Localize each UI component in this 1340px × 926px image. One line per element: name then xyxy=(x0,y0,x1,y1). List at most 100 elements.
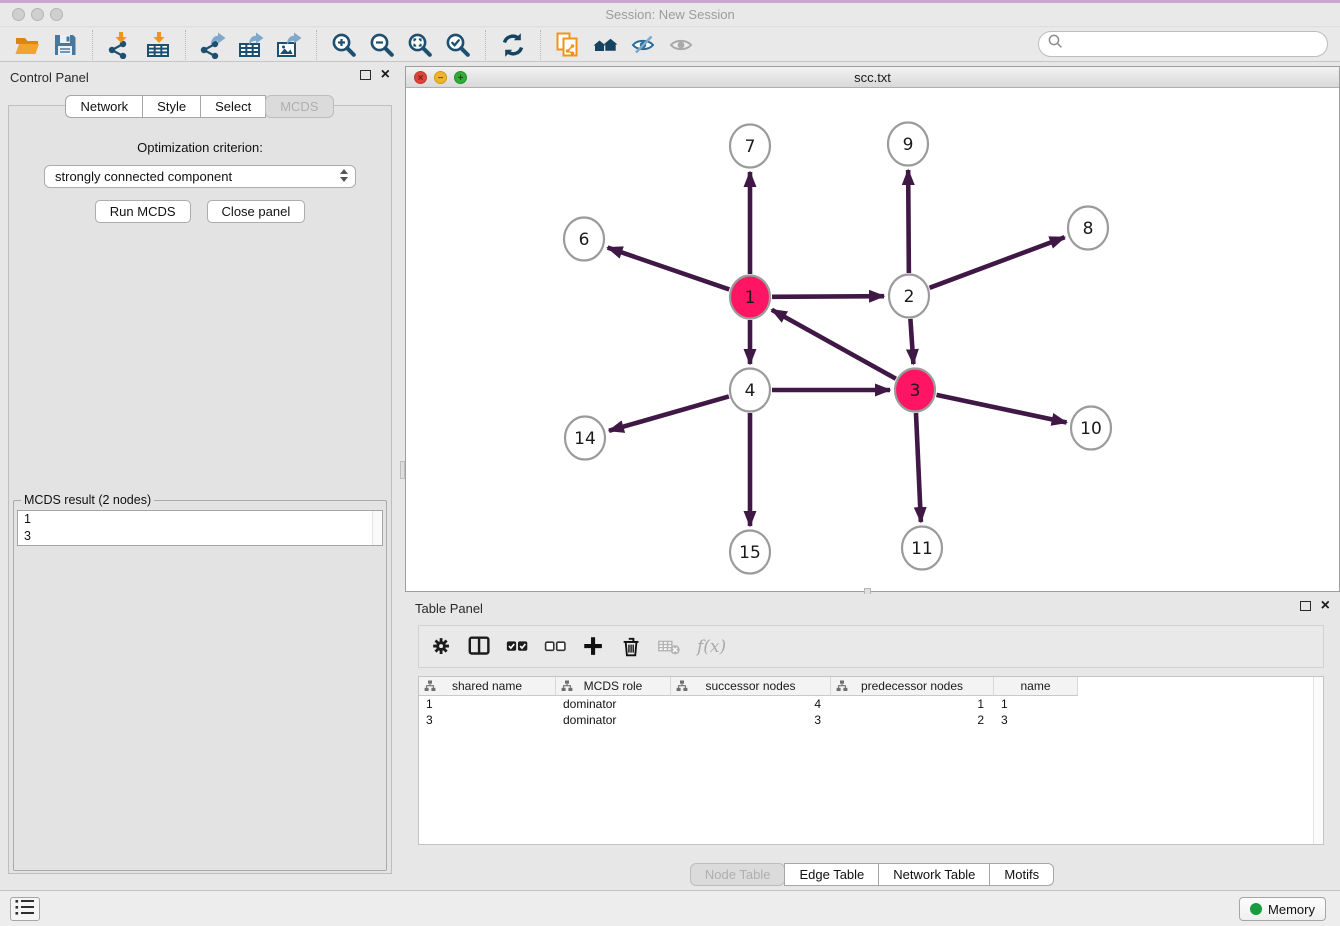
column-header-name[interactable]: name xyxy=(994,677,1078,696)
cell-successor-nodes[interactable]: 3 xyxy=(671,712,831,728)
cell-successor-nodes[interactable]: 4 xyxy=(671,696,831,712)
close-table-panel-icon[interactable]: × xyxy=(1321,600,1330,612)
zoom-fit-button[interactable] xyxy=(401,29,439,61)
table-row[interactable]: 1dominator411 xyxy=(419,696,1323,712)
graph-edge-4-14[interactable] xyxy=(609,396,729,430)
main-toolbar xyxy=(0,28,1340,62)
tab-network-table[interactable]: Network Table xyxy=(878,863,990,886)
graph-node-2[interactable]: 2 xyxy=(889,275,929,318)
column-header-shared-name[interactable]: shared name xyxy=(419,677,556,696)
svg-text:4: 4 xyxy=(745,381,756,401)
zoom-selected-button[interactable] xyxy=(439,29,477,61)
cell-predecessor-nodes[interactable]: 1 xyxy=(831,696,994,712)
graph-node-9[interactable]: 9 xyxy=(888,123,928,166)
export-network-button[interactable] xyxy=(194,29,232,61)
table-row[interactable]: 3dominator323 xyxy=(419,712,1323,728)
control-panel-tabs: NetworkStyleSelectMCDS xyxy=(0,95,400,118)
memory-button[interactable]: Memory xyxy=(1239,897,1326,921)
tab-network[interactable]: Network xyxy=(65,95,143,118)
column-header-predecessor-nodes[interactable]: predecessor nodes xyxy=(831,677,994,696)
zoom-in-button[interactable] xyxy=(325,29,363,61)
tab-motifs[interactable]: Motifs xyxy=(989,863,1054,886)
graph-node-3[interactable]: 3 xyxy=(895,369,935,412)
export-table-button[interactable] xyxy=(232,29,270,61)
svg-text:14: 14 xyxy=(574,429,596,449)
save-session-button[interactable] xyxy=(46,29,84,61)
select-all-columns-icon[interactable] xyxy=(503,632,533,662)
search-box[interactable] xyxy=(1038,31,1328,57)
tab-style[interactable]: Style xyxy=(142,95,201,118)
window-top-accent xyxy=(0,0,1340,3)
zoom-out-button[interactable] xyxy=(363,29,401,61)
graph-edge-3-10[interactable] xyxy=(937,395,1067,423)
delete-columns-icon[interactable] xyxy=(617,632,647,662)
network-window-titlebar[interactable]: × − + scc.txt xyxy=(406,67,1339,88)
unselect-all-columns-icon[interactable] xyxy=(541,632,571,662)
graph-node-11[interactable]: 11 xyxy=(902,527,942,570)
cell-MCDS-role[interactable]: dominator xyxy=(556,696,671,712)
graph-node-10[interactable]: 10 xyxy=(1071,407,1111,450)
import-table-button[interactable] xyxy=(139,29,177,61)
column-header-successor-nodes[interactable]: successor nodes xyxy=(671,677,831,696)
network-graph[interactable]: 7 9 6 8 1 2 4 3 14 10 15 11 xyxy=(406,88,1339,591)
cell-predecessor-nodes[interactable]: 2 xyxy=(831,712,994,728)
cell-shared-name[interactable]: 3 xyxy=(419,712,556,728)
show-all-button xyxy=(663,29,701,61)
graph-edge-2-8[interactable] xyxy=(930,237,1065,288)
session-title: Session: New Session xyxy=(0,0,1340,29)
open-file-button[interactable] xyxy=(8,29,46,61)
first-neighbors-button[interactable] xyxy=(587,29,625,61)
result-scrollbar[interactable] xyxy=(372,511,382,545)
tab-edge-table[interactable]: Edge Table xyxy=(784,863,879,886)
graph-node-15[interactable]: 15 xyxy=(730,531,770,574)
search-input[interactable] xyxy=(1064,34,1327,54)
network-title: scc.txt xyxy=(406,67,1339,88)
graph-node-7[interactable]: 7 xyxy=(730,125,770,168)
graph-edge-3-11[interactable] xyxy=(916,413,921,522)
graph-node-4[interactable]: 4 xyxy=(730,369,770,412)
tab-node-table[interactable]: Node Table xyxy=(690,863,786,886)
mcds-result-list[interactable]: 13 xyxy=(17,510,383,546)
close-panel-icon[interactable]: × xyxy=(381,69,390,81)
graph-edge-1-2[interactable] xyxy=(772,296,884,297)
graph-edge-2-3[interactable] xyxy=(910,319,913,364)
hide-selected-button[interactable] xyxy=(625,29,663,61)
graph-node-1[interactable]: 1 xyxy=(730,276,770,319)
table-settings-icon[interactable] xyxy=(427,632,457,662)
tab-select[interactable]: Select xyxy=(200,95,266,118)
float-panel-icon[interactable] xyxy=(360,70,371,80)
criterion-select[interactable]: strongly connected component xyxy=(44,165,356,188)
graph-edge-3-1[interactable] xyxy=(772,310,896,379)
cell-shared-name[interactable]: 1 xyxy=(419,696,556,712)
export-image-button[interactable] xyxy=(270,29,308,61)
table-panel-title: Table Panel xyxy=(415,601,483,616)
graph-edge-2-9[interactable] xyxy=(908,170,909,273)
show-columns-icon[interactable] xyxy=(465,632,495,662)
tab-mcds[interactable]: MCDS xyxy=(265,95,333,118)
column-header-MCDS-role[interactable]: MCDS role xyxy=(556,677,671,696)
cell-name[interactable]: 1 xyxy=(994,696,1078,712)
table-panel-header: Table Panel × xyxy=(405,594,1340,620)
new-network-from-selection-button[interactable] xyxy=(549,29,587,61)
cell-name[interactable]: 3 xyxy=(994,712,1078,728)
close-panel-button[interactable]: Close panel xyxy=(207,200,306,223)
graph-node-6[interactable]: 6 xyxy=(564,218,604,261)
table-scrollbar[interactable] xyxy=(1313,677,1323,844)
float-table-panel-icon[interactable] xyxy=(1300,601,1311,611)
create-column-icon[interactable] xyxy=(579,632,609,662)
app-titlebar: Session: New Session xyxy=(0,0,1340,27)
graph-node-14[interactable]: 14 xyxy=(565,417,605,460)
graph-edge-1-6[interactable] xyxy=(608,248,730,290)
graph-node-8[interactable]: 8 xyxy=(1068,207,1108,250)
run-mcds-button[interactable]: Run MCDS xyxy=(95,200,191,223)
apply-layout-button[interactable] xyxy=(494,29,532,61)
toolbar-separator xyxy=(540,30,541,60)
cell-MCDS-role[interactable]: dominator xyxy=(556,712,671,728)
task-history-button[interactable] xyxy=(10,897,40,921)
shared-column-icon xyxy=(424,680,436,695)
network-canvas[interactable]: 7 9 6 8 1 2 4 3 14 10 15 11 xyxy=(406,88,1339,591)
control-panel-title: Control Panel xyxy=(10,70,89,85)
memory-status-icon xyxy=(1250,903,1262,915)
task-list-icon xyxy=(14,897,36,922)
import-network-button[interactable] xyxy=(101,29,139,61)
